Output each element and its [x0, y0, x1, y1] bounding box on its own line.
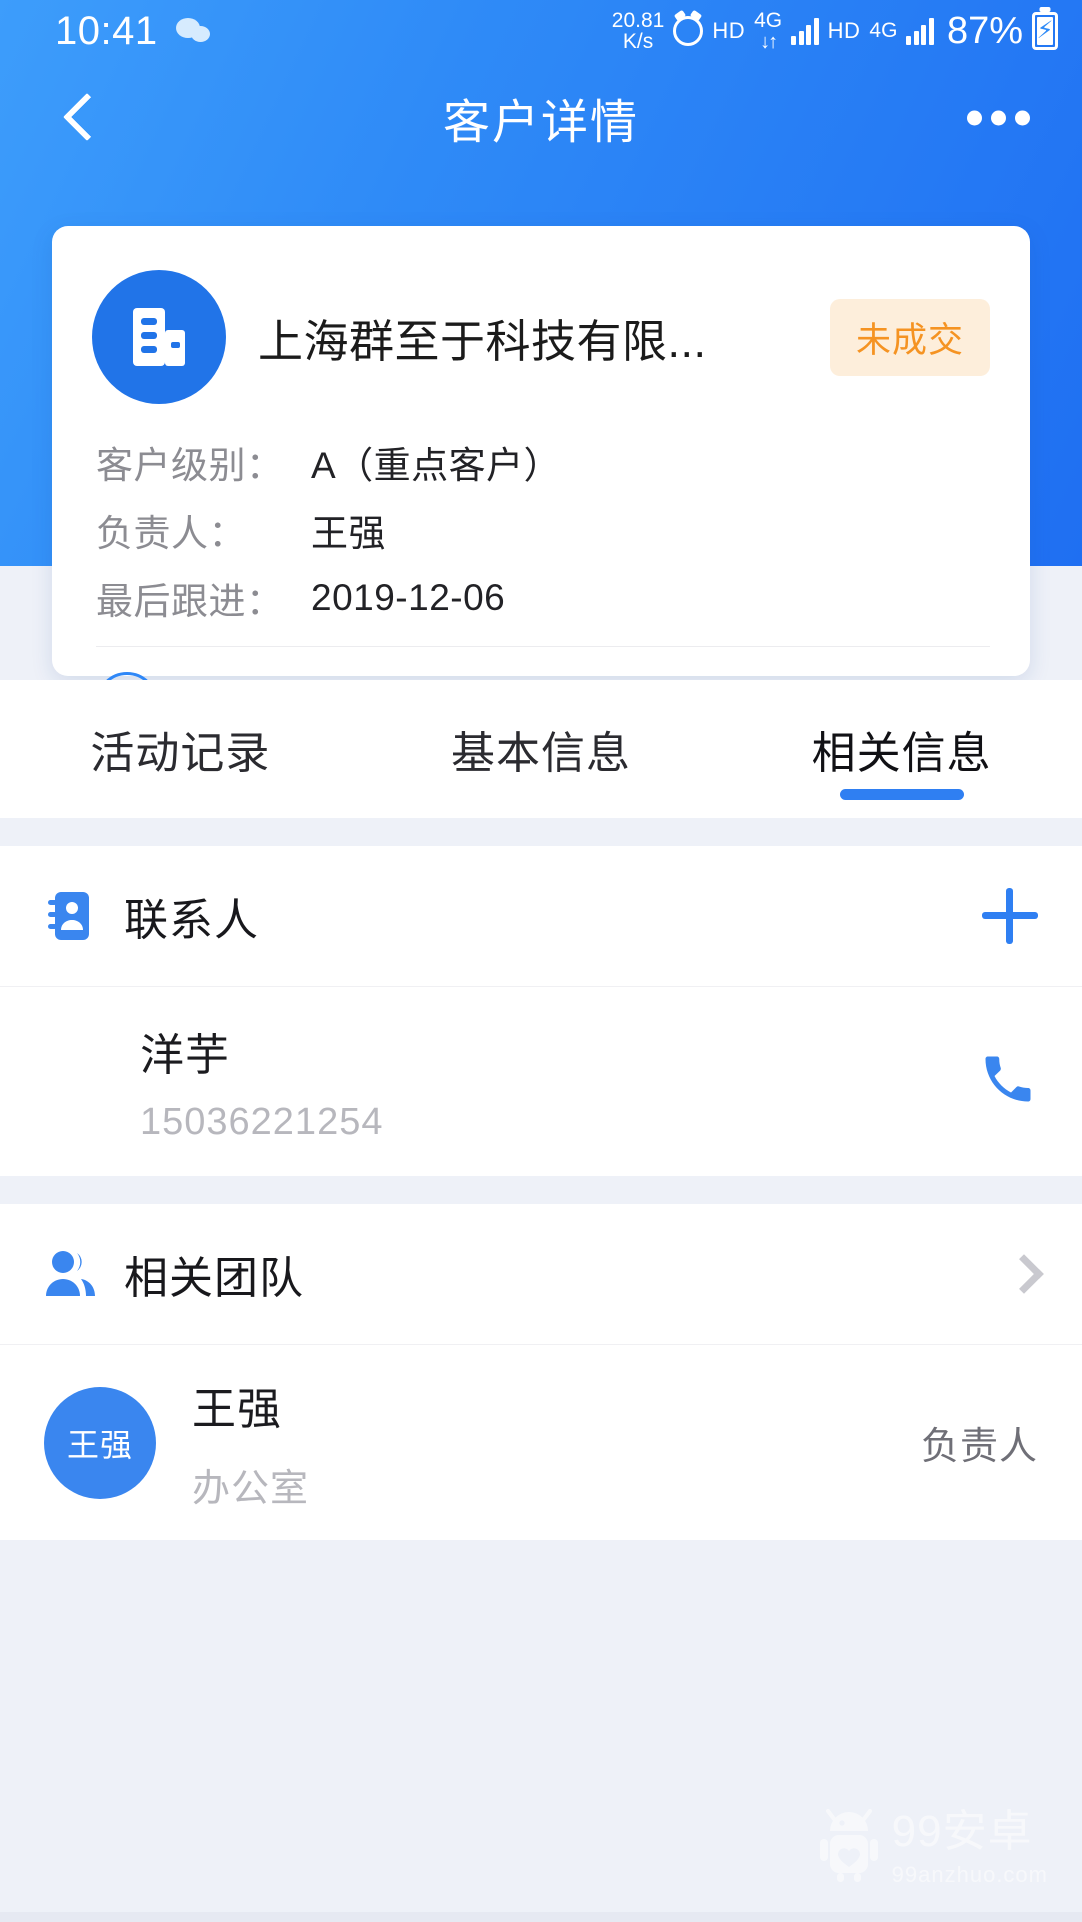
- member-department: 办公室: [192, 1468, 310, 1510]
- alarm-icon: [673, 16, 704, 46]
- team-section-header[interactable]: 相关团队: [0, 1204, 1082, 1344]
- network-speed-value: 20.81: [611, 8, 665, 32]
- status-indicators: 20.81 K/s HD 4G ↓↑ HD 4G 87% ⚡: [611, 8, 1058, 53]
- signal-bars-2: [906, 17, 934, 45]
- team-people-icon: [44, 1247, 98, 1301]
- bottom-strip: [0, 1912, 1082, 1922]
- info-label: 负责人：: [96, 513, 246, 554]
- battery-percent: 87%: [946, 9, 1023, 52]
- list-item[interactable]: 洋芋 15036221254: [0, 986, 1082, 1176]
- tab-activity-log[interactable]: 活动记录: [0, 680, 361, 818]
- wechat-icon: [175, 16, 216, 46]
- company-name: 上海群至于科技有限...: [258, 315, 707, 367]
- content-spacer: [0, 818, 1082, 846]
- watermark-url: 99anzhuo.com: [891, 1861, 1048, 1887]
- customer-profile-card: 上海群至于科技有限... 未成交 客户级别： A（重点客户） 负责人： 王强 最…: [52, 226, 1030, 734]
- status-time: 10:41: [55, 8, 158, 53]
- tab-label: 基本信息: [451, 729, 631, 778]
- contact-phone: 15036221254: [140, 1101, 384, 1143]
- watermark-text: 99安卓 99anzhuo.com: [891, 1806, 1048, 1888]
- data-arrows-icon: ↓↑: [760, 30, 778, 53]
- member-details: 王强 办公室: [192, 1373, 309, 1512]
- sim1-network: 4G ↓↑: [754, 10, 782, 52]
- contact-card-icon: [44, 889, 98, 943]
- info-value: A（重点客户）: [311, 445, 562, 486]
- signal-label-1: 4G: [754, 9, 783, 33]
- network-speed-unit: K/s: [622, 30, 654, 53]
- member-role: 负责人: [920, 1426, 1038, 1468]
- app-root: 10:41 20.81 K/s HD 4G ↓↑ HD 4G 87% ⚡ 客户详…: [0, 0, 1082, 1922]
- info-label: 最后跟进：: [96, 581, 284, 622]
- content-spacer: [0, 1176, 1082, 1204]
- page-title: 客户详情: [443, 95, 639, 149]
- watermark: 99安卓 99anzhuo.com: [818, 1809, 1048, 1888]
- hd-label-1: HD: [712, 18, 746, 43]
- chevron-right-icon[interactable]: [1004, 1254, 1044, 1294]
- customer-info-rows: 客户级别： A（重点客户） 负责人： 王强 最后跟进： 2019-12-06: [52, 404, 1030, 632]
- info-row-last-follow: 最后跟进： 2019-12-06: [96, 564, 990, 632]
- status-bar: 10:41 20.81 K/s HD 4G ↓↑ HD 4G 87% ⚡: [0, 0, 1082, 62]
- hd-label-2: HD: [827, 18, 861, 43]
- contacts-section-header: 联系人: [0, 846, 1082, 986]
- info-label: 客户级别：: [96, 445, 284, 486]
- signal-label-2: 4G: [869, 19, 898, 42]
- contacts-section-title: 联系人: [124, 896, 259, 945]
- team-section-title: 相关团队: [124, 1254, 304, 1303]
- status-badge: 未成交: [829, 298, 990, 376]
- tab-label: 活动记录: [90, 729, 271, 778]
- android-robot-icon: [818, 1809, 880, 1888]
- info-value: 2019-12-06: [311, 577, 506, 618]
- company-building-icon: [92, 270, 226, 404]
- table-row[interactable]: 王强 王强 办公室 负责人: [0, 1344, 1082, 1540]
- navigation-bar: 客户详情: [0, 62, 1082, 174]
- tab-basic-info[interactable]: 基本信息: [361, 680, 722, 818]
- tab-content: 联系人 洋芋 15036221254 相关团队 王强 王强 办公室 负责人: [0, 818, 1082, 1922]
- contact-name: 洋芋: [140, 1031, 230, 1080]
- battery-charging-icon: ⚡: [1032, 12, 1058, 50]
- member-name: 王强: [192, 1385, 282, 1434]
- avatar: 王强: [44, 1386, 156, 1499]
- contact-details: 洋芋 15036221254: [140, 1019, 383, 1144]
- more-options-icon[interactable]: [967, 110, 1030, 126]
- info-row-level: 客户级别： A（重点客户）: [96, 428, 990, 496]
- tab-label: 相关信息: [811, 729, 992, 778]
- card-header: 上海群至于科技有限... 未成交: [52, 226, 1030, 404]
- network-speed: 20.81 K/s: [611, 8, 665, 53]
- tab-related-info[interactable]: 相关信息: [721, 680, 1082, 818]
- info-row-owner: 负责人： 王强: [96, 496, 990, 564]
- signal-bars-1: [791, 17, 819, 45]
- phone-handset-icon[interactable]: [978, 1049, 1038, 1114]
- watermark-title: 99安卓: [891, 1806, 1033, 1856]
- detail-tabs: 活动记录 基本信息 相关信息: [0, 680, 1082, 818]
- plus-icon[interactable]: [982, 888, 1038, 944]
- info-value: 王强: [311, 513, 386, 554]
